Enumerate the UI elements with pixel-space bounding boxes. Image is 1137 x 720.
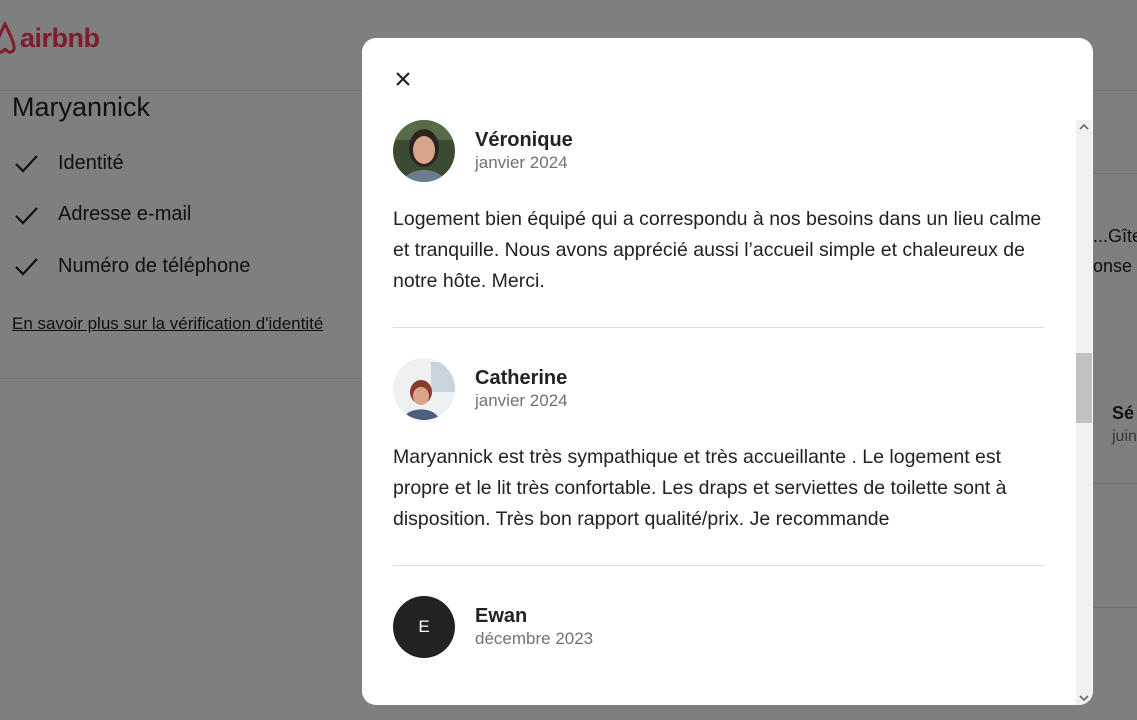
- review-date: janvier 2024: [475, 391, 568, 410]
- reviewer-name: Véronique: [475, 129, 573, 151]
- reviewer-photo-icon: [393, 358, 455, 420]
- review-divider: [393, 327, 1044, 328]
- avatar[interactable]: [393, 358, 455, 420]
- scroll-down-button[interactable]: [1076, 691, 1092, 705]
- close-icon: [396, 72, 410, 86]
- reviews-modal: Véronique janvier 2024 Logement bien équ…: [362, 38, 1093, 705]
- review-item: Véronique janvier 2024 Logement bien équ…: [393, 120, 1044, 328]
- scroll-thumb[interactable]: [1076, 353, 1092, 424]
- reviewer-name: Ewan: [475, 605, 528, 627]
- review-text: Maryannick est très sympathique et très …: [393, 446, 1007, 530]
- close-button[interactable]: [388, 64, 418, 94]
- review-meta: Catherine janvier 2024: [475, 366, 568, 412]
- avatar[interactable]: E: [393, 596, 455, 658]
- review-date: décembre 2023: [475, 629, 594, 648]
- review-date: janvier 2024: [475, 153, 568, 172]
- avatar[interactable]: [393, 120, 455, 182]
- chevron-up-icon: [1079, 123, 1089, 130]
- reviewer-name: Catherine: [475, 367, 568, 389]
- review-item: Catherine janvier 2024 Maryannick est tr…: [393, 358, 1044, 566]
- reviews-list: Véronique janvier 2024 Logement bien équ…: [393, 120, 1044, 658]
- review-meta: Véronique janvier 2024: [475, 128, 573, 174]
- reviewer-photo-icon: [393, 120, 455, 182]
- scroll-up-button[interactable]: [1076, 120, 1092, 134]
- review-divider: [393, 565, 1044, 566]
- chevron-down-icon: [1079, 695, 1089, 702]
- review-item: E Ewan décembre 2023: [393, 596, 1044, 658]
- review-meta: Ewan décembre 2023: [475, 604, 593, 650]
- review-header: Catherine janvier 2024: [393, 358, 1044, 420]
- review-header: E Ewan décembre 2023: [393, 596, 1044, 658]
- review-header: Véronique janvier 2024: [393, 120, 1044, 182]
- review-text: Logement bien équipé qui a correspondu à…: [393, 208, 1042, 292]
- modal-scrollbar[interactable]: [1076, 120, 1092, 705]
